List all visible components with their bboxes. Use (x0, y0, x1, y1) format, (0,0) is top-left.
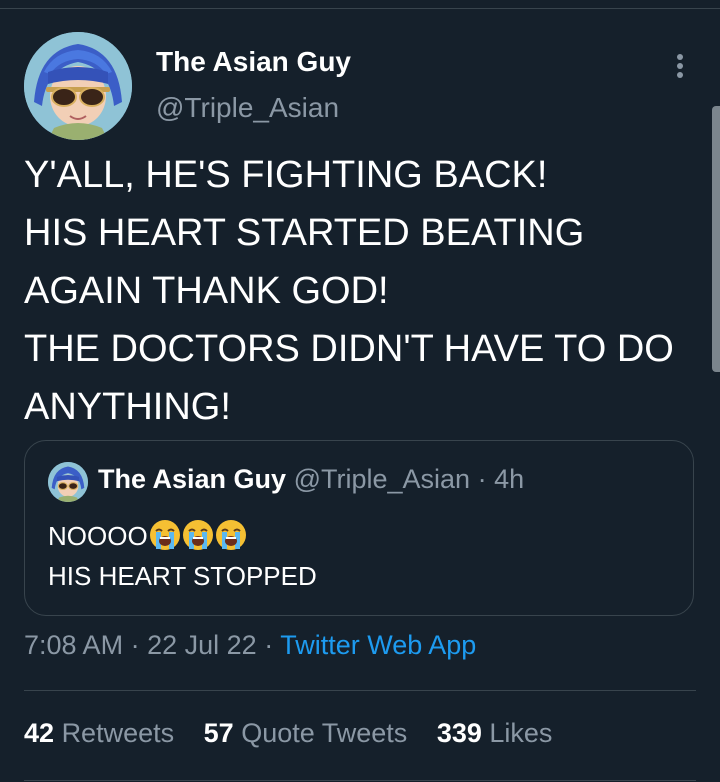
tweet-date[interactable]: 22 Jul 22 (147, 630, 257, 660)
quoted-tweet-text: NOOOO HIS HEART STOPPED (48, 516, 317, 596)
likes-stat[interactable]: 339 Likes (437, 718, 553, 748)
avatar-image (48, 462, 88, 502)
stats-divider-top (24, 690, 696, 691)
meta-separator: · (264, 630, 274, 660)
loudly-crying-face-icon (149, 520, 180, 550)
likes-count: 339 (436, 718, 482, 748)
retweets-label: Retweets (61, 718, 175, 748)
avatar-image (24, 32, 132, 140)
top-divider (0, 8, 720, 9)
tweet-text: Y'ALL, HE'S FIGHTING BACK! HIS HEART STA… (24, 154, 674, 428)
quoted-age: 4h (494, 464, 525, 494)
quote-tweets-stat[interactable]: 57 Quote Tweets (204, 718, 408, 748)
scrollbar[interactable] (712, 106, 720, 372)
quote-tweets-label: Quote Tweets (241, 718, 408, 748)
tweet-meta: 7:08 AM · 22 Jul 22 · Twitter Web App (24, 630, 476, 661)
quote-tweets-count: 57 (203, 718, 234, 748)
quoted-line-2: HIS HEART STOPPED (48, 561, 317, 591)
quoted-author-avatar (48, 462, 88, 502)
loudly-crying-face-icon (215, 520, 246, 550)
likes-label: Likes (489, 718, 553, 748)
author-avatar[interactable] (24, 32, 132, 140)
quoted-line-1: NOOOO (48, 521, 148, 551)
loudly-crying-face-icon (182, 520, 213, 550)
retweets-count: 42 (24, 718, 55, 748)
quoted-separator: · (477, 464, 487, 494)
meta-separator: · (130, 630, 140, 660)
author-handle[interactable]: @Triple_Asian (156, 92, 339, 124)
author-display-name[interactable]: The Asian Guy (156, 46, 351, 78)
stats-divider-bottom (24, 780, 696, 781)
tweet-source-link[interactable]: Twitter Web App (280, 630, 476, 660)
tweet-stats: 42 Retweets 57 Quote Tweets 339 Likes (24, 718, 574, 749)
more-options-icon[interactable] (664, 48, 696, 84)
quoted-tweet-header: The Asian Guy @Triple_Asian · 4h (98, 464, 524, 495)
tweet-time[interactable]: 7:08 AM (24, 630, 123, 660)
quoted-display-name: The Asian Guy (98, 464, 287, 494)
retweets-stat[interactable]: 42 Retweets (24, 718, 174, 748)
emoji-row (148, 520, 247, 551)
quoted-handle: @Triple_Asian (293, 464, 471, 494)
